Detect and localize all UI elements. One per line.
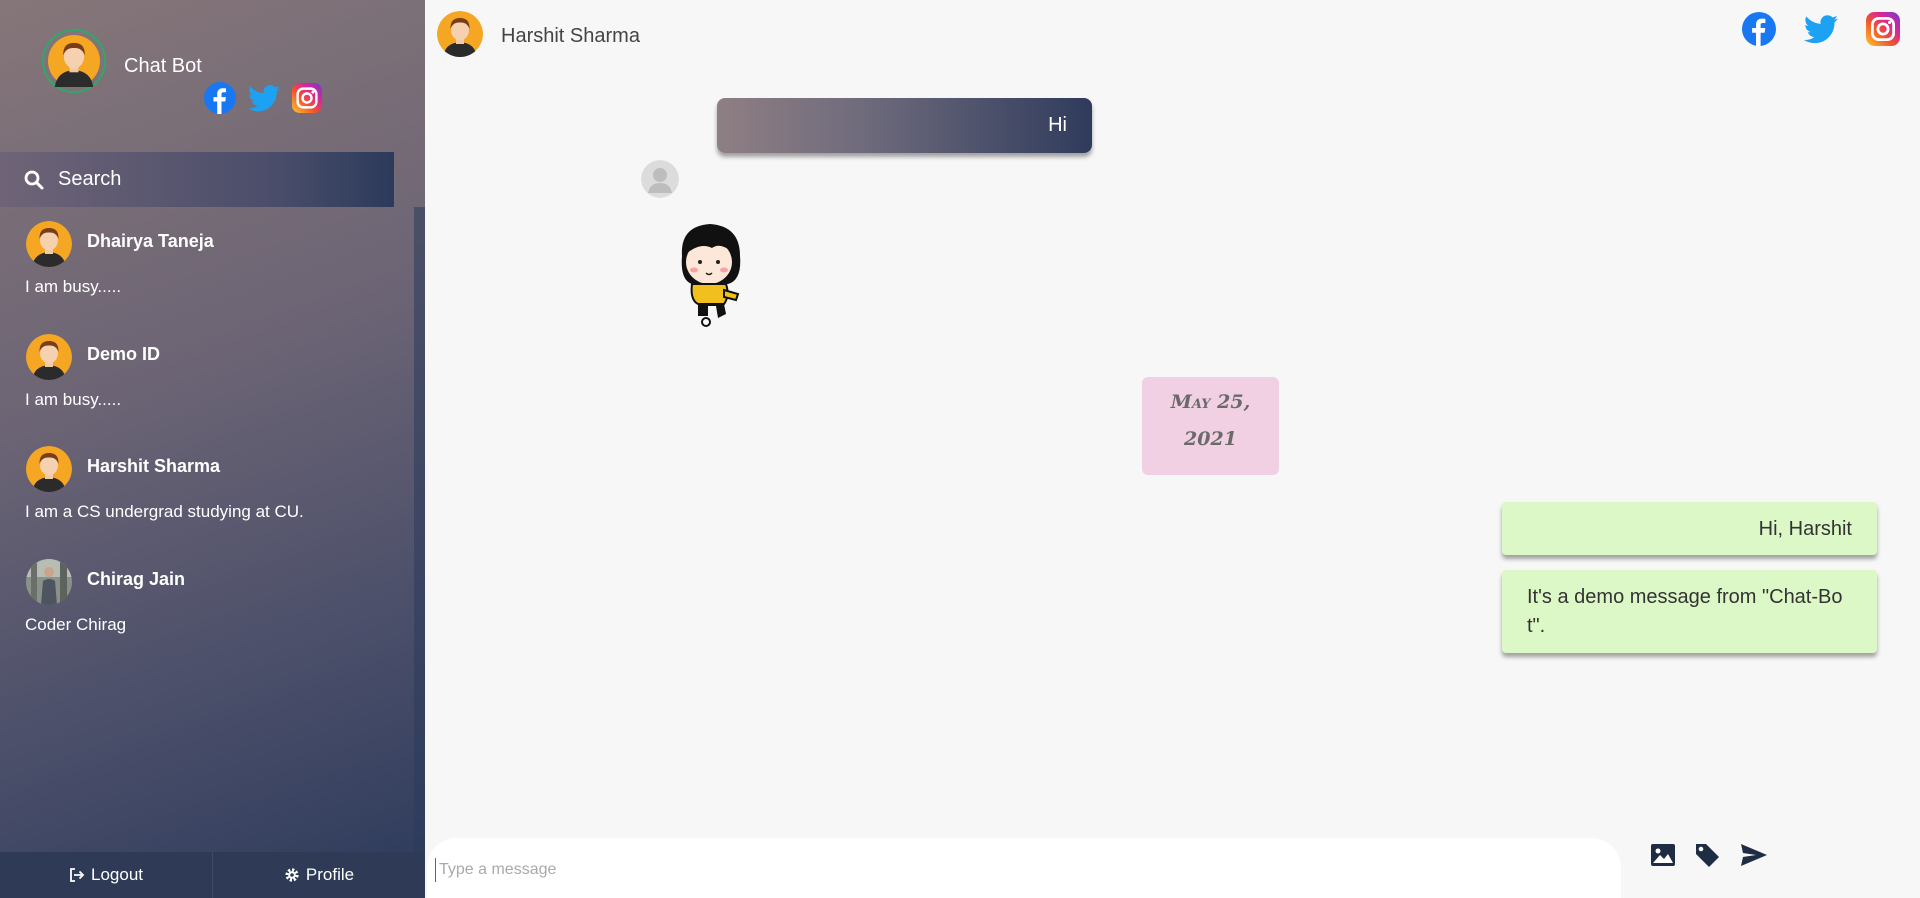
sidebar: Chat Bot Search Dhairya Taneja I am busy… [0,0,425,898]
contact-status: Coder Chirag [25,615,127,634]
contact-name: Harshit Sharma [87,456,221,476]
profile-label: Profile [305,865,355,884]
twitter-icon[interactable] [248,85,280,112]
received-message: Hi [717,98,1092,153]
search-icon [24,170,44,189]
received-message-text: Hi [1048,114,1067,136]
chat-header: Harshit Sharma [425,0,1920,72]
sidebar-footer: Logout Profile [0,852,425,898]
contact-list-scrollbar[interactable] [414,207,425,852]
app-title: Chat Bot [124,55,202,77]
contact-status: I am a CS undergrad studying at CU. [25,502,304,521]
contact-status: I am busy..... [25,390,122,409]
chat-partner-avatar[interactable] [437,11,483,57]
contact-name: Demo ID [87,344,161,364]
tag-icon[interactable] [1694,842,1722,868]
composer-tools [1650,842,1768,868]
message-input[interactable] [435,858,1535,882]
logout-label: Logout [91,865,143,884]
facebook-icon[interactable] [1742,12,1776,46]
sticker-image [681,224,741,327]
date-line-2: 2021 [1184,428,1237,450]
send-icon[interactable] [1740,843,1768,867]
search-label: Search [58,168,122,190]
date-line-1: May 25, [1170,391,1251,413]
profile-button[interactable]: Profile [212,852,425,898]
instagram-icon[interactable] [1866,12,1900,46]
gear-icon [285,868,299,882]
contact-avatar [26,334,72,380]
profile-header: Chat Bot [0,0,425,152]
social-links [204,82,322,114]
twitter-icon[interactable] [1804,15,1838,44]
sent-message: Hi, Harshit [1502,502,1877,555]
sent-message-text: Hi, Harshit [1758,518,1852,540]
contact-name: Chirag Jain [87,569,186,589]
contact-avatar [26,221,72,267]
facebook-icon[interactable] [204,82,236,114]
chat-partner-name: Harshit Sharma [501,25,640,47]
image-icon[interactable] [1650,842,1676,868]
contact-status: I am busy..... [25,277,122,296]
sent-message-text: It's a demo message from "Chat-Bot". [1527,586,1843,637]
sent-message: It's a demo message from "Chat-Bot". [1502,570,1877,653]
contact-avatar [26,446,72,492]
logout-button[interactable]: Logout [0,852,212,898]
instagram-icon[interactable] [292,83,322,113]
sender-avatar-icon [641,160,679,198]
contact-photo-avatar [26,559,72,605]
contact-name: Dhairya Taneja [87,231,214,251]
search-bar[interactable]: Search [0,152,394,207]
message-composer [427,838,1621,898]
my-avatar[interactable] [42,29,106,93]
logout-icon [70,868,85,882]
header-social-links [1742,12,1900,46]
date-separator: May 25, 2021 [1142,377,1279,475]
